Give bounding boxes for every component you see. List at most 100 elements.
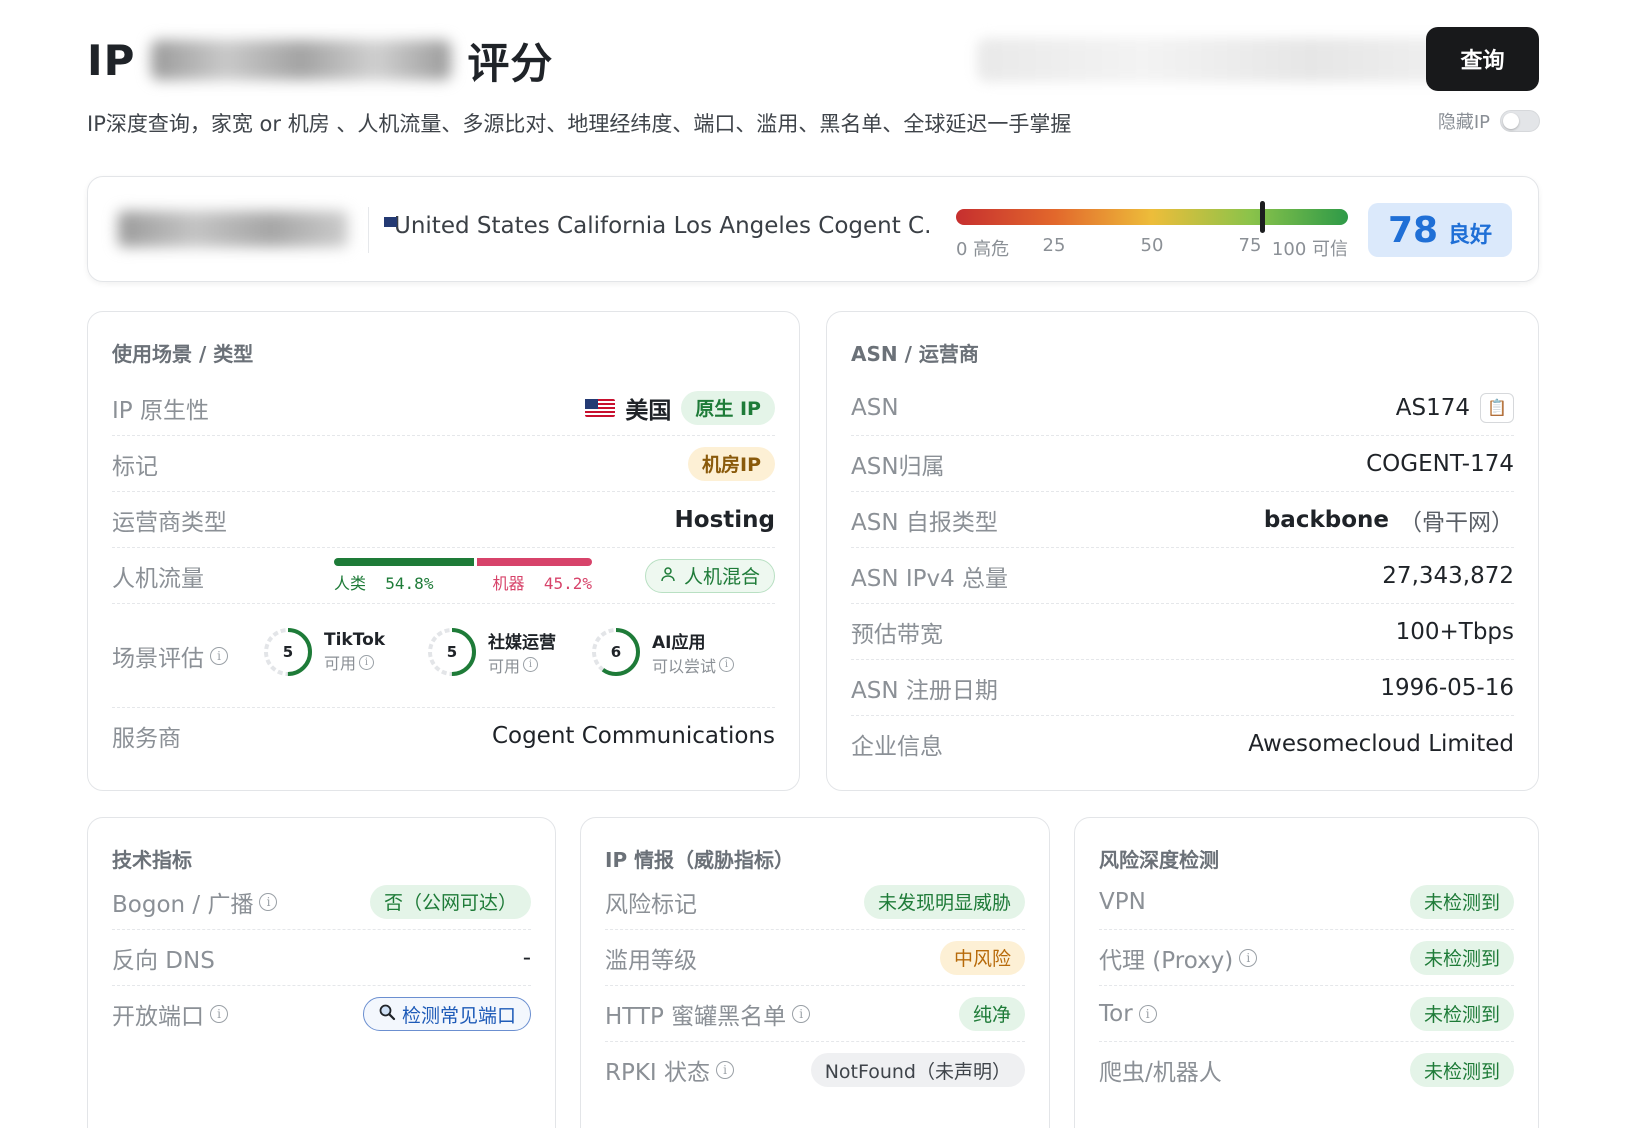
risk-tag-badge: 未发现明显威胁 — [863, 884, 1025, 919]
info-icon[interactable]: i — [792, 1004, 811, 1023]
info-icon[interactable]: i — [1138, 1004, 1157, 1023]
title-prefix: IP — [87, 35, 136, 85]
country: 美国 — [625, 397, 672, 424]
provider-row: 服务商 Cogent Communications — [112, 708, 775, 764]
row-value: 1996-05-16 — [1380, 674, 1514, 701]
row-value: Awesomecloud Limited — [1248, 731, 1514, 757]
vpn-badge: 未检测到 — [1409, 884, 1514, 919]
divider — [368, 207, 369, 253]
ip-search-input[interactable] — [977, 38, 1477, 82]
scenario-status: 可用 i — [488, 653, 556, 677]
proxy-row: 代理 (Proxy) i 未检测到 — [1099, 930, 1514, 986]
hide-ip-label: 隐藏IP — [1437, 112, 1490, 133]
scan-ports-button[interactable]: 检测常见端口 — [362, 997, 531, 1031]
gauge-tick-label: 100 可信 — [1271, 239, 1348, 260]
bot-share-label: 机器 45.2% — [492, 574, 592, 593]
row-label: ASN IPv4 总量 — [851, 565, 1009, 592]
row-label: ASN — [851, 394, 899, 421]
asn-card: ASN / 运营商 ASN AS174 📋 ASN归属 COGENT-174 A… — [826, 311, 1539, 791]
user-icon — [660, 565, 676, 587]
row-value: 27,343,872 — [1382, 562, 1514, 589]
scenario-row: 场景评估 i 5 TikTok 可用 i 5 社媒运营 可用 i 6 AI应用 可以尝试 i — [112, 604, 775, 708]
scenario-name: TikTok — [324, 630, 386, 650]
scenario-item: 5 TikTok 可用 i — [262, 626, 385, 678]
carrier-type-row: 运营商类型 Hosting — [112, 492, 775, 548]
header: IP 评分 查询 — [87, 27, 1539, 91]
location: United States California Los Angeles Cog… — [384, 213, 929, 239]
card-title: 技术指标 — [112, 848, 192, 872]
tag-row: 标记 机房IP — [112, 436, 775, 492]
scenario-item: 6 AI应用 可以尝试 i — [590, 626, 735, 678]
rpki-badge: NotFound（未声明） — [810, 1053, 1025, 1087]
info-icon[interactable]: i — [716, 1061, 735, 1079]
card-title: 风险深度检测 — [1099, 848, 1219, 872]
row-label: Bogon / 广播 i — [112, 885, 278, 919]
card-title: 使用场景 / 类型 — [112, 342, 254, 366]
gauge-tick-label: 50 — [1140, 235, 1164, 256]
row-label: 爬虫/机器人 — [1099, 1060, 1222, 1086]
honeypot-row: HTTP 蜜罐黑名单 i 纯净 — [605, 986, 1025, 1042]
asn-type-row: ASN 自报类型 backbone （骨干网） — [851, 492, 1514, 548]
scenario-status: 可以尝试 i — [652, 653, 735, 677]
scenario-name: AI应用 — [652, 632, 706, 653]
scenario-score-ring: 5 — [262, 626, 314, 678]
human-bot-bar: 人类 54.8% 机器 45.2% — [334, 558, 592, 594]
info-icon[interactable]: i — [1239, 948, 1258, 967]
location-text: United States California Los Angeles Cog… — [394, 213, 929, 239]
query-button[interactable]: 查询 — [1426, 27, 1539, 91]
row-label: VPN — [1099, 888, 1146, 915]
provider-value: Cogent Communications — [491, 723, 775, 749]
search-box[interactable] — [977, 38, 1477, 82]
asn-type-value: backbone （骨干网） — [1263, 506, 1514, 536]
crawler-badge: 未检测到 — [1409, 1053, 1514, 1087]
row-label: ASN 注册日期 — [851, 677, 998, 704]
row-label: 预估带宽 — [851, 621, 943, 648]
copy-icon[interactable]: 📋 — [1480, 392, 1514, 423]
carrier-type-value: Hosting — [674, 506, 775, 533]
trust-gauge: 0 高危 25 50 75 100 可信 — [956, 201, 1348, 261]
row-label: 开放端口 i — [112, 997, 228, 1031]
honeypot-badge: 纯净 — [958, 996, 1025, 1031]
redacted-ip-address — [118, 211, 348, 247]
bot-share-bar — [476, 558, 592, 566]
bandwidth-row: 预估带宽 100+Tbps — [851, 604, 1514, 660]
page-subtitle: IP深度查询，家宽 or 机房 、人机流量、多源比对、地理经纬度、端口、滥用、黑… — [87, 112, 1072, 136]
tor-badge: 未检测到 — [1409, 996, 1514, 1031]
row-label: ASN归属 — [851, 453, 945, 480]
summary-card: United States California Los Angeles Cog… — [87, 176, 1539, 282]
row-label: 代理 (Proxy) i — [1099, 941, 1258, 975]
row-label: ASN 自报类型 — [851, 509, 998, 536]
gauge-marker — [1259, 201, 1265, 233]
info-icon[interactable]: i — [523, 657, 539, 672]
native-badge: 原生 IP — [681, 390, 775, 425]
risk-tag-row: 风险标记 未发现明显威胁 — [605, 874, 1025, 930]
human-share-bar — [334, 558, 474, 566]
ports-row: 开放端口 i 检测常见端口 — [112, 986, 531, 1042]
scenario-name: 社媒运营 — [488, 632, 556, 653]
native-row: IP 原生性 美国 原生 IP — [112, 380, 775, 436]
search-icon — [378, 1003, 396, 1026]
info-icon[interactable]: i — [210, 646, 228, 665]
row-label: 企业信息 — [851, 734, 943, 760]
gauge-tick-label: 25 — [1042, 235, 1066, 256]
info-icon[interactable]: i — [719, 657, 735, 672]
score-badge: 78 良好 — [1368, 203, 1512, 257]
info-icon[interactable]: i — [359, 654, 375, 670]
card-title: IP 情报（威胁指标） — [605, 848, 795, 872]
row-value: 100+Tbps — [1395, 618, 1514, 645]
rpki-row: RPKI 状态 i NotFound（未声明） — [605, 1042, 1025, 1098]
hide-ip-toggle-group[interactable]: 隐藏IP — [1438, 108, 1540, 134]
bogon-badge: 否（公网可达） — [369, 884, 531, 919]
us-flag-icon — [585, 398, 616, 417]
asn-owner-row: ASN归属 COGENT-174 — [851, 436, 1514, 492]
native-value: 美国 原生 IP — [585, 390, 775, 425]
redacted-ip — [151, 40, 452, 80]
row-label: IP 原生性 — [112, 397, 209, 424]
abuse-badge: 中风险 — [939, 940, 1025, 975]
info-icon[interactable]: i — [259, 892, 278, 911]
info-icon[interactable]: i — [210, 1005, 228, 1023]
row-value: COGENT-174 — [1366, 450, 1514, 477]
hide-ip-toggle[interactable] — [1500, 110, 1540, 132]
asn-ipv4-row: ASN IPv4 总量 27,343,872 — [851, 548, 1514, 604]
row-label: 人机流量 — [112, 565, 204, 592]
